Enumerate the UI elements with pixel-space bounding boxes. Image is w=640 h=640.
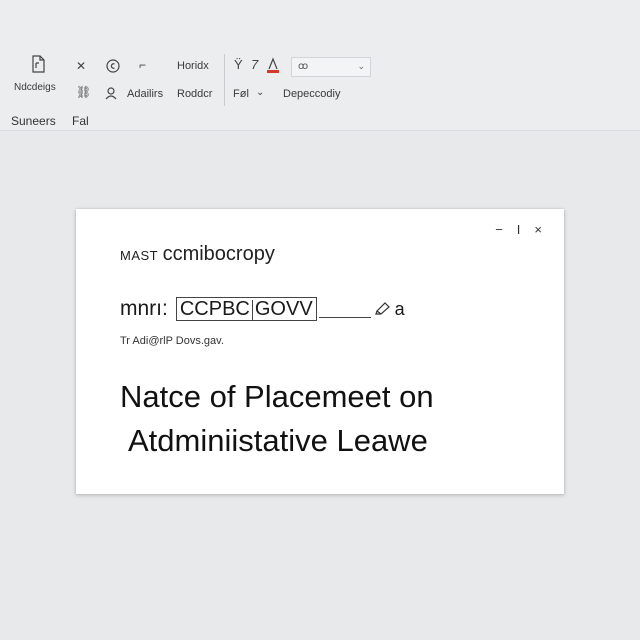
cut-icon[interactable]: ✕ [76, 60, 86, 72]
new-document-icon[interactable] [30, 55, 46, 73]
tab-fal[interactable]: Fal [72, 114, 89, 128]
email-underline [318, 316, 371, 318]
text-direction-icon[interactable]: Ÿ [234, 58, 243, 71]
render-button[interactable]: Roddcr [177, 88, 212, 100]
minimize-button[interactable]: − [495, 223, 503, 236]
org-name: ccmibocropy [162, 243, 275, 265]
ribbon-toolbar: ✕ ⌐ Horidx Ÿ 7 ꝏ ⌄ Ndcdeigs ⛓ Adailirs R… [0, 0, 640, 131]
document-title: Natce of Placemeet on Atdminiistative Le… [120, 375, 540, 463]
close-button[interactable]: × [534, 223, 542, 236]
email-suffix: a [394, 298, 405, 319]
italic-icon[interactable]: 7 [251, 58, 258, 71]
title-line-2: Atdminiistative Leawe [128, 423, 428, 458]
org-prefix: MAST [120, 248, 159, 263]
email-line: mnrı: CCPBC GOVV a [120, 297, 405, 321]
format-button[interactable]: Føl [233, 88, 249, 100]
chevron-down-icon: ⌄ [357, 61, 365, 71]
maximize-button[interactable]: I [517, 223, 521, 236]
tab-suneers[interactable]: Suneers [11, 114, 56, 128]
title-line-1: Natce of Placemeet on [120, 379, 434, 414]
copyright-icon[interactable] [106, 59, 120, 73]
font-dropdown[interactable]: ꝏ ⌄ [291, 57, 371, 77]
font-color-icon[interactable] [266, 57, 280, 73]
admin-icon[interactable] [104, 86, 118, 100]
window-controls: − I × [495, 223, 542, 236]
email-divider [251, 299, 253, 320]
email-part-1: CCPBC [179, 298, 250, 320]
horizontal-button[interactable]: Horidx [177, 60, 209, 72]
font-dropdown-value: ꝏ [298, 61, 309, 72]
admins-button[interactable]: Adailirs [127, 88, 163, 100]
email-prefix: mnrı: [120, 297, 168, 320]
address-line: Tr Adi@rlP Dovs.gav. [120, 335, 224, 347]
format-painter-icon[interactable]: ⌐ [139, 59, 146, 71]
chevron-down-icon[interactable]: ⌄ [256, 88, 264, 98]
dependency-button[interactable]: Depeccodiy [283, 88, 340, 100]
organization-line: MAST ccmibocropy [120, 243, 275, 266]
link-icon[interactable]: ⛓ [76, 86, 91, 98]
email-part-2: GOVV [254, 298, 313, 320]
ribbon-separator [224, 54, 225, 106]
email-field[interactable]: CCPBC GOVV [175, 297, 317, 321]
pencil-icon[interactable] [374, 297, 391, 321]
addresses-button[interactable]: Ndcdeigs [14, 82, 56, 93]
document-window: − I × MAST ccmibocropy mnrı: CCPBC GOVV a… [76, 209, 564, 494]
